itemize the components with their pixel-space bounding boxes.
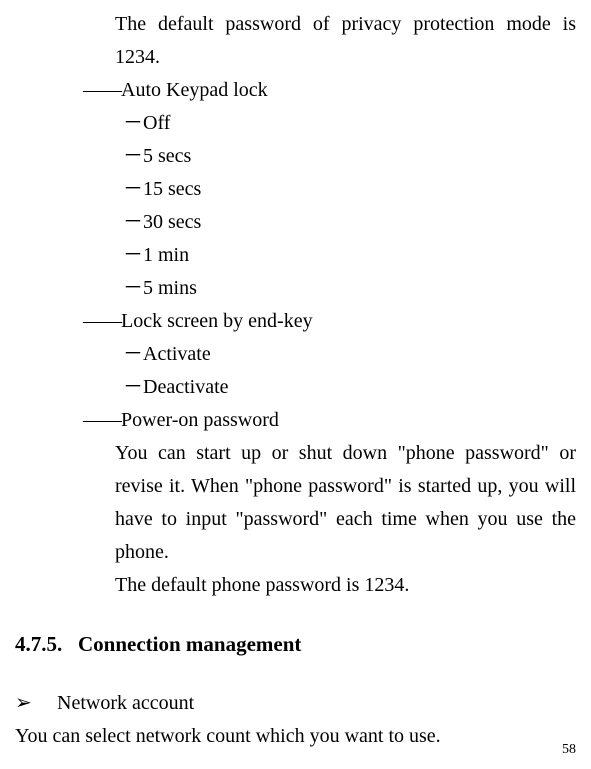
dash-icon: － bbox=[123, 145, 143, 167]
network-account-heading: ➢Network account bbox=[15, 687, 576, 720]
lock-screen-deactivate: －Deactivate bbox=[15, 371, 576, 404]
lock-screen-heading: ――Lock screen by end-key bbox=[15, 305, 576, 338]
keypad-option-1min: －1 min bbox=[15, 239, 576, 272]
lock-screen-option-label: Deactivate bbox=[143, 376, 229, 398]
keypad-option-label: 5 secs bbox=[143, 145, 191, 167]
keypad-option-label: 1 min bbox=[143, 244, 189, 266]
privacy-default-password-text: The default password of privacy protecti… bbox=[15, 8, 576, 74]
keypad-option-30secs: －30 secs bbox=[15, 206, 576, 239]
lock-screen-title: Lock screen by end-key bbox=[121, 310, 313, 332]
dash-icon: － bbox=[123, 112, 143, 134]
lock-screen-option-label: Activate bbox=[143, 343, 211, 365]
keypad-option-off: －Off bbox=[15, 107, 576, 140]
keypad-option-5mins: －5 mins bbox=[15, 272, 576, 305]
section-number: 4.7.5. bbox=[15, 632, 62, 656]
network-account-title: Network account bbox=[57, 692, 194, 714]
dash-icon: － bbox=[123, 343, 143, 365]
page-number: 58 bbox=[562, 738, 576, 761]
keypad-option-label: 5 mins bbox=[143, 277, 197, 299]
keypad-option-15secs: －15 secs bbox=[15, 173, 576, 206]
keypad-option-label: 15 secs bbox=[143, 178, 201, 200]
dash-icon: － bbox=[123, 211, 143, 233]
power-on-password-heading: ――Power-on password bbox=[15, 404, 576, 437]
power-on-password-title: Power-on password bbox=[121, 409, 279, 431]
auto-keypad-lock-heading: ――Auto Keypad lock bbox=[15, 74, 576, 107]
double-dash-prefix: ―― bbox=[83, 79, 121, 101]
dash-icon: － bbox=[123, 376, 143, 398]
double-dash-prefix: ―― bbox=[83, 409, 121, 431]
dash-icon: － bbox=[123, 178, 143, 200]
section-title-text: Connection management bbox=[78, 632, 301, 656]
dash-icon: － bbox=[123, 244, 143, 266]
lock-screen-activate: －Activate bbox=[15, 338, 576, 371]
auto-keypad-lock-title: Auto Keypad lock bbox=[121, 79, 268, 101]
keypad-option-label: Off bbox=[143, 112, 170, 134]
power-on-password-description: You can start up or shut down "phone pas… bbox=[15, 437, 576, 569]
power-on-password-default-text: The default phone password is 1234. bbox=[15, 569, 576, 602]
double-dash-prefix: ―― bbox=[83, 310, 121, 332]
arrow-icon: ➢ bbox=[15, 687, 57, 720]
keypad-option-label: 30 secs bbox=[143, 211, 201, 233]
dash-icon: － bbox=[123, 277, 143, 299]
network-account-body: You can select network count which you w… bbox=[15, 720, 576, 753]
keypad-option-5secs: －5 secs bbox=[15, 140, 576, 173]
section-heading: 4.7.5. Connection management bbox=[15, 627, 576, 662]
